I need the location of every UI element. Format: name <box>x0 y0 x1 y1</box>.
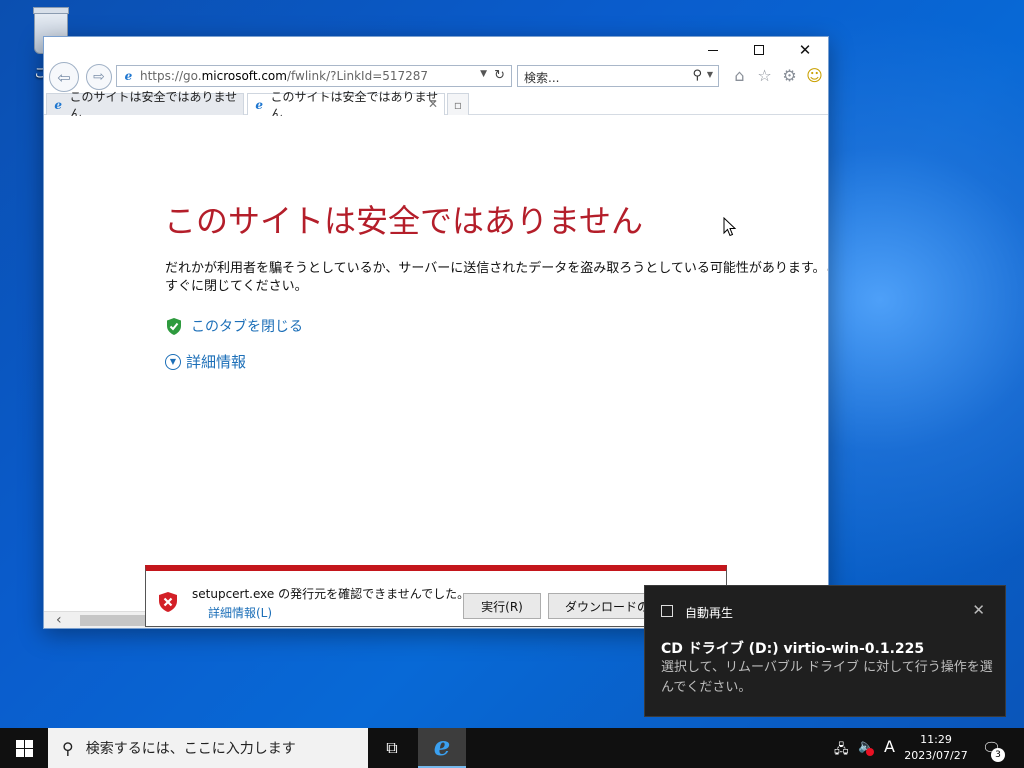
close-icon: ✕ <box>798 41 812 59</box>
tab-close-icon[interactable]: ✕ <box>428 97 438 111</box>
tab-1[interactable]: e このサイトは安全ではありません <box>46 90 244 121</box>
autoplay-app-icon <box>661 605 673 617</box>
title-bar: ✕ <box>44 37 828 63</box>
toast-body: 選択して、リムーバブル ドライブ に対して行う操作を選んでください。 <box>661 660 993 695</box>
ie-page-icon: e <box>124 69 133 83</box>
close-tab-link[interactable]: このタブを閉じる <box>191 316 303 336</box>
toast-title: CD ドライブ (D:) virtio-win-0.1.225 <box>661 641 925 657</box>
new-tab-icon: ▫ <box>453 97 463 112</box>
home-icon[interactable]: ⌂ <box>730 66 749 85</box>
download-warning-message: setupcert.exe の発行元を確認できませんでした。 <box>192 587 470 601</box>
new-tab-button[interactable]: ▫ <box>447 93 469 115</box>
notification-count-badge: 3 <box>991 748 1005 762</box>
network-icon[interactable]: 🖧 <box>834 740 849 762</box>
start-button[interactable] <box>0 728 48 768</box>
more-info-action[interactable]: ▼ 詳細情報 <box>165 351 246 372</box>
address-dropdown-icon[interactable]: ▼ <box>480 69 487 79</box>
clock-time: 11:29 <box>920 733 952 746</box>
arrow-right-icon: ⇨ <box>93 69 105 85</box>
gear-icon[interactable]: ⚙ <box>780 66 799 85</box>
toast-app-name: 自動再生 <box>685 606 734 620</box>
task-view-icon: ⧉ <box>386 738 398 757</box>
search-icon[interactable]: ⚲ <box>692 68 702 83</box>
search-placeholder: 検索... <box>524 71 560 85</box>
search-dropdown-icon[interactable]: ▼ <box>707 70 713 79</box>
internet-explorer-icon: e <box>433 732 451 762</box>
tab-2-active[interactable]: e このサイトは安全ではありません ✕ <box>247 90 445 121</box>
chevron-down-circle-icon: ▼ <box>165 353 181 370</box>
address-url-prefix: https://go. <box>140 69 202 83</box>
ie-tab-icon: e <box>255 97 264 112</box>
page-title: このサイトは安全ではありません <box>164 202 644 240</box>
toolbar-icons: ⌂ ☆ ⚙ ☺ <box>730 66 824 85</box>
page-content: このサイトは安全ではありません だれかが利用者を騙そうとしているか、サーバーに送… <box>44 116 828 628</box>
clock-date: 2023/07/27 <box>904 749 968 762</box>
warning-description: だれかが利用者を騙そうとしているか、サーバーに送信されたデータを盗み取ろうとして… <box>165 260 829 296</box>
address-bar[interactable]: e https://go. microsoft.com/fwlink/?LinkI… <box>116 65 512 87</box>
taskbar-ie-button[interactable]: e <box>418 728 466 768</box>
search-input[interactable]: 検索... ⚲ ▼ <box>517 65 719 87</box>
navigation-bar: ⇦ ⇨ e https://go. microsoft.com/fwlink/?L… <box>44 61 828 92</box>
mouse-cursor-icon <box>723 217 737 237</box>
scroll-thumb[interactable] <box>80 615 150 626</box>
arrow-left-icon: ⇦ <box>57 67 71 87</box>
download-details-link[interactable]: 詳細情報(L) <box>208 604 272 621</box>
favorites-star-icon[interactable]: ☆ <box>755 66 774 85</box>
view-downloads-button[interactable]: ダウンロードの表示(V) <box>548 593 648 619</box>
autoplay-toast[interactable]: 自動再生 ✕ CD ドライブ (D:) virtio-win-0.1.225 選… <box>644 585 1006 717</box>
taskbar: ⚲ 検索するには、ここに入力します ⧉ e 🖧 🔈 A 11:29 2023/0… <box>0 728 1024 768</box>
more-info-link[interactable]: 詳細情報 <box>186 351 246 372</box>
volume-muted-badge-icon <box>866 748 874 756</box>
ime-indicator[interactable]: A <box>884 737 895 756</box>
address-url-path: /fwlink/?LinkId=517287 <box>286 69 429 83</box>
run-button[interactable]: 実行(R) <box>463 593 541 619</box>
warning-line-2: すぐに閉じてください。 <box>165 279 308 294</box>
close-tab-action[interactable]: このタブを閉じる <box>165 316 303 336</box>
feedback-smiley-icon[interactable]: ☺ <box>805 66 824 85</box>
scroll-left-icon[interactable]: ‹ <box>56 612 62 628</box>
task-view-button[interactable]: ⧉ <box>380 728 404 768</box>
taskbar-search-placeholder: 検索するには、ここに入力します <box>85 741 296 757</box>
download-notification-bar: setupcert.exe の発行元を確認できませんでした。 詳細情報(L) 実… <box>145 565 727 627</box>
green-shield-check-icon <box>165 316 183 336</box>
close-window-button[interactable]: ✕ <box>782 37 828 63</box>
search-icon: ⚲ <box>62 738 74 758</box>
minimize-button[interactable] <box>690 37 736 63</box>
refresh-icon[interactable]: ↻ <box>494 68 505 83</box>
ie-window: ✕ ⇦ ⇨ e https://go. microsoft.com/fwlink/… <box>43 36 829 629</box>
taskbar-search-box[interactable]: ⚲ 検索するには、ここに入力します <box>48 728 368 768</box>
toast-close-icon[interactable]: ✕ <box>972 601 985 619</box>
address-url-host: microsoft.com <box>201 69 287 83</box>
forward-button[interactable]: ⇨ <box>86 64 112 90</box>
ie-tab-icon: e <box>54 97 63 112</box>
minimize-icon <box>708 49 718 51</box>
red-shield-x-icon <box>158 591 178 616</box>
windows-logo-icon <box>15 739 33 757</box>
warning-line-1: だれかが利用者を騙そうとしているか、サーバーに送信されたデータを盗み取ろうとして… <box>165 261 829 276</box>
maximize-button[interactable] <box>736 37 782 63</box>
tab-strip: e このサイトは安全ではありません e このサイトは安全ではありません ✕ ▫ <box>44 90 828 121</box>
maximize-icon <box>754 45 764 55</box>
system-clock[interactable]: 11:29 2023/07/27 <box>900 732 972 764</box>
